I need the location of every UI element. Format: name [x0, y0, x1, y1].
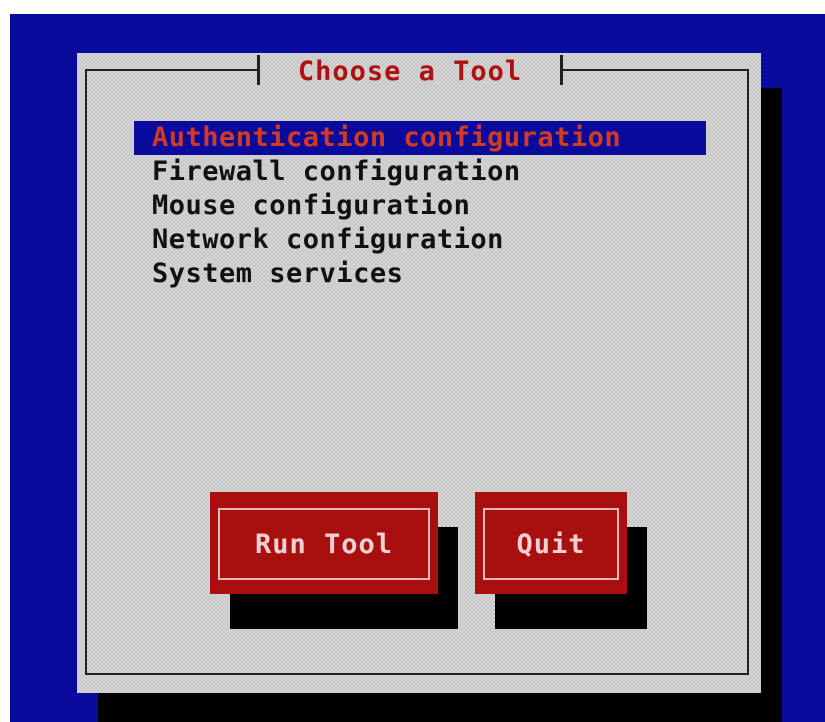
screenshot-stage: Choose a Tool Authentication configurati… — [0, 0, 825, 722]
quit-button-label: Quit — [483, 508, 619, 580]
tool-item-network-configuration[interactable]: Network configuration — [134, 223, 706, 257]
run-tool-button[interactable]: Run Tool — [210, 492, 438, 594]
tool-item-mouse-configuration[interactable]: Mouse configuration — [134, 189, 706, 223]
tool-item-system-services[interactable]: System services — [134, 257, 706, 291]
choose-tool-dialog: Choose a Tool Authentication configurati… — [77, 53, 761, 693]
quit-button[interactable]: Quit — [475, 492, 627, 594]
run-tool-button-label: Run Tool — [218, 508, 430, 580]
tool-item-authentication-configuration[interactable]: Authentication configuration — [134, 121, 706, 155]
tool-list: Authentication configuration Firewall co… — [134, 121, 706, 291]
tool-item-firewall-configuration[interactable]: Firewall configuration — [134, 155, 706, 189]
dialog-title-box: Choose a Tool — [257, 53, 563, 87]
dialog-title: Choose a Tool — [297, 55, 523, 87]
